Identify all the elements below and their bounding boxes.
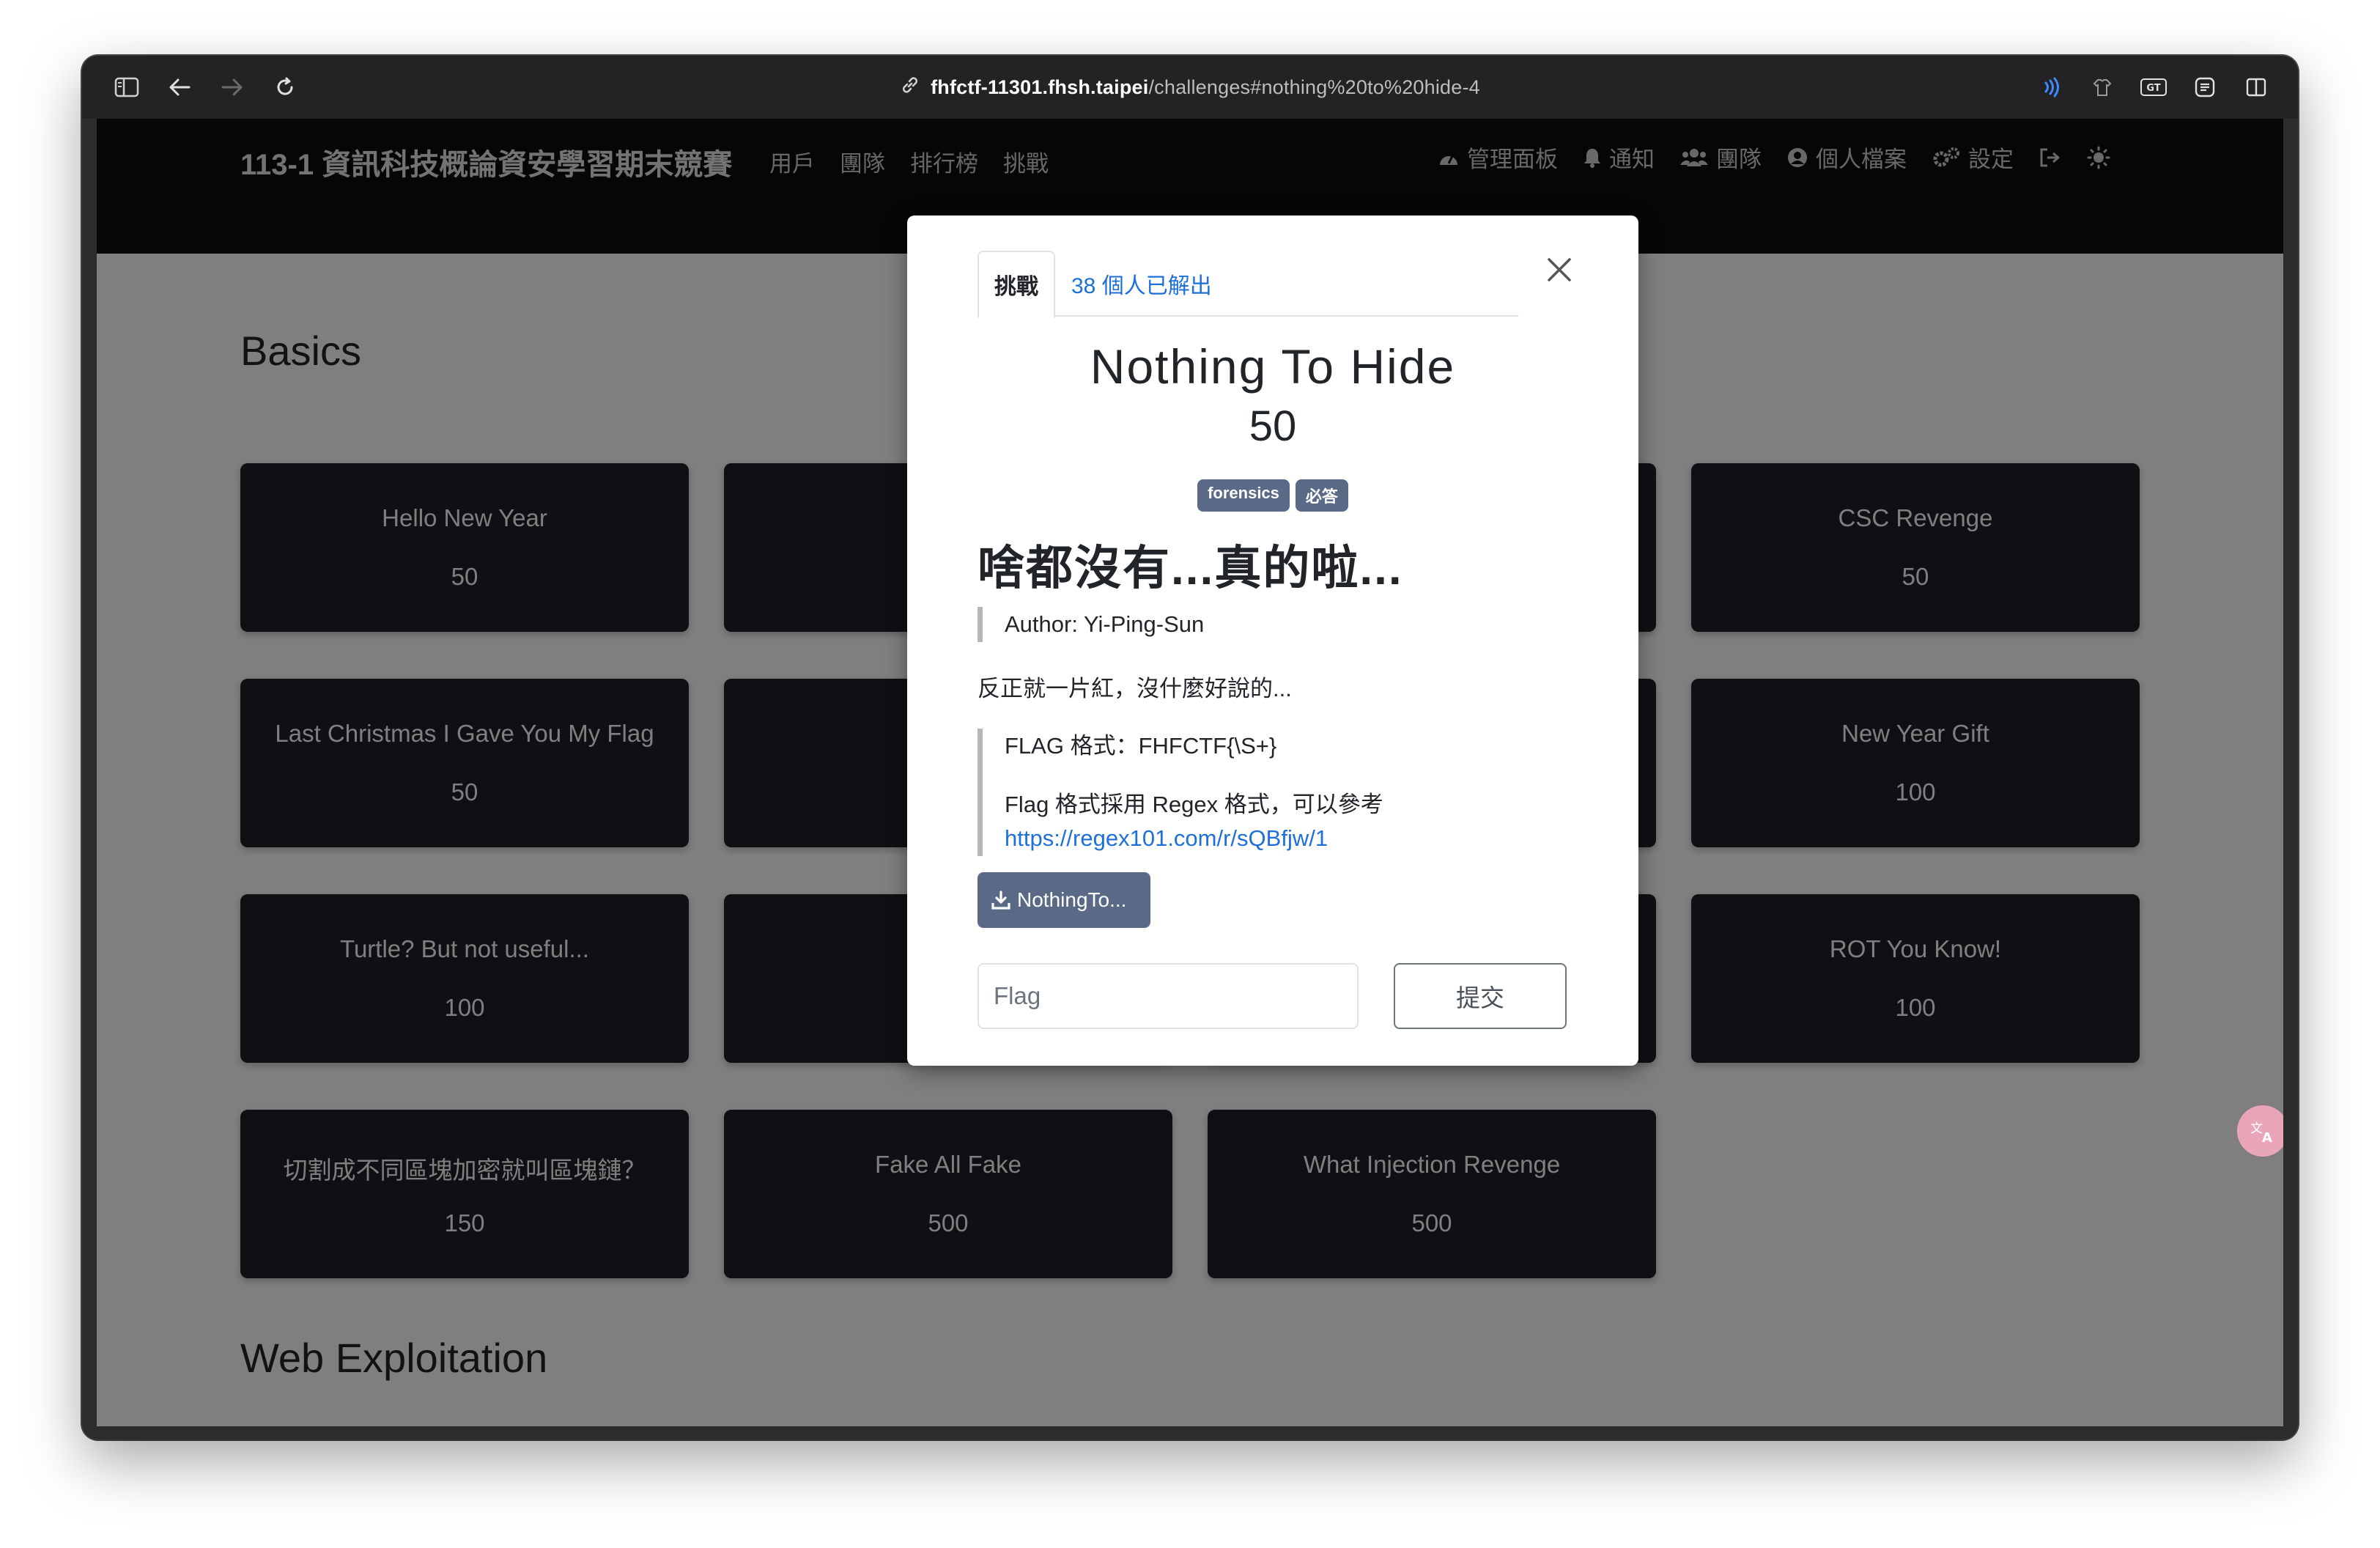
download-icon [991, 891, 1010, 910]
split-view-icon[interactable] [2241, 72, 2272, 103]
submit-button[interactable]: 提交 [1394, 963, 1567, 1029]
browser-toolbar: fhfctf-11301.fhsh.taipei/challenges#noth… [82, 56, 2298, 119]
author-text: Author: Yi-Ping-Sun [1005, 611, 1205, 637]
url-host: fhfctf-11301.fhsh.taipei [931, 75, 1149, 98]
url-path: /challenges#nothing%20to%20hide-4 [1148, 75, 1480, 98]
challenge-points: 50 [1249, 402, 1297, 450]
tab-solves[interactable]: 38 個人已解出 [1071, 251, 1212, 317]
description-heading: 啥都沒有...真的啦... [978, 542, 1403, 594]
extension-gpt-icon[interactable]: GT [2138, 72, 2169, 103]
challenge-tags: forensics 必答 [907, 479, 1638, 512]
address-bar[interactable]: fhfctf-11301.fhsh.taipei/challenges#noth… [82, 56, 2298, 119]
close-button[interactable] [1537, 248, 1581, 292]
author-quote: Author: Yi-Ping-Sun [978, 607, 1204, 642]
link-icon [900, 75, 920, 100]
translate-icon: 文A [2250, 1121, 2272, 1144]
translate-button[interactable]: 文A [2237, 1105, 2283, 1157]
flag-input[interactable] [978, 963, 1359, 1029]
challenge-title: Nothing To Hide [1090, 339, 1456, 394]
download-file-button[interactable]: NothingTo... [978, 872, 1150, 928]
svg-text:GT: GT [2146, 83, 2160, 94]
download-file-label: NothingTo... [1017, 888, 1127, 911]
description-text: 反正就一片紅，沒什麼好說的... [978, 676, 1292, 701]
tag-badge: 必答 [1295, 479, 1348, 512]
audio-playing-icon[interactable] [2036, 72, 2066, 103]
close-icon [1548, 258, 1571, 281]
svg-text:文: 文 [2250, 1121, 2263, 1136]
svg-text:A: A [2262, 1130, 2272, 1144]
extension-list-icon[interactable] [2189, 72, 2220, 103]
challenge-modal: 挑戰 38 個人已解出 Nothing To Hide 50 forensics… [907, 215, 1638, 1066]
flag-format-quote: FLAG 格式：FHFCTF{\S+} Flag 格式採用 Regex 格式，可… [978, 729, 1383, 856]
regex-note-text: Flag 格式採用 Regex 格式，可以參考 [1005, 792, 1383, 817]
tag-badge: forensics [1197, 479, 1290, 512]
tab-challenge[interactable]: 挑戰 [978, 251, 1055, 318]
flag-format-text: FLAG 格式：FHFCTF{\S+} [1005, 733, 1277, 759]
extension-shirt-icon[interactable] [2087, 72, 2118, 103]
browser-window: fhfctf-11301.fhsh.taipei/challenges#noth… [82, 56, 2298, 1440]
page-viewport: 113-1 資訊科技概論資安學習期末競賽 用戶 團隊 排行榜 挑戰 管理面板 通… [97, 119, 2283, 1426]
regex-link[interactable]: https://regex101.com/r/sQBfjw/1 [1005, 825, 1328, 851]
modal-tabs: 挑戰 38 個人已解出 [978, 251, 1518, 318]
